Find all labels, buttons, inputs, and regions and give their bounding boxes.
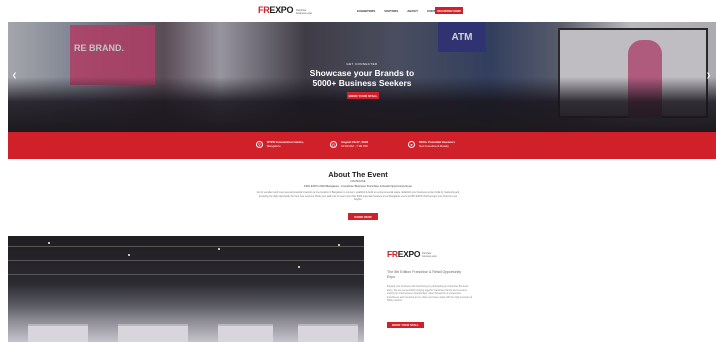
hero-title-line2: 5000+ Business Seekers: [312, 78, 412, 88]
feature-logo: FREXPO: [387, 249, 420, 259]
hero-tagline: GET CONNECTED: [346, 62, 378, 66]
date-info: ◴ August 26-27, 2023 10:00 AM - 7:00 PM: [330, 140, 391, 148]
nav-item-visitors[interactable]: VISITORS: [384, 9, 398, 13]
users-icon: ●: [408, 141, 415, 148]
date-sub: 10:00 AM - 7:00 PM: [341, 144, 368, 148]
logo-expo: EXPO: [269, 5, 294, 15]
about-paragraph: Go for excellent and meet several potent…: [256, 191, 460, 202]
exhibition-booth: [118, 324, 188, 342]
exhibition-booth: [218, 324, 273, 342]
nav-item-about[interactable]: ABOUT: [407, 9, 418, 13]
ceiling-light: [48, 242, 50, 244]
location-icon: ⚲: [256, 141, 263, 148]
main-nav: EXHIBITORS VISITORS ABOUT CONTACT US: [357, 9, 446, 13]
about-title: About The Event: [328, 170, 388, 179]
hero-book-stall-button[interactable]: BOOK YOUR STALL: [347, 92, 379, 99]
ceiling-light: [298, 266, 300, 268]
calendar-icon: ◴: [330, 141, 337, 148]
exhibition-hall-photo: [8, 236, 364, 342]
nav-item-exhibitors[interactable]: EXHIBITORS: [357, 9, 375, 13]
logo-subtitle: franchise business expo: [296, 9, 312, 15]
ceiling-light: [338, 244, 340, 246]
ceiling-light: [218, 248, 220, 250]
feature-logo-subtitle: franchise business expo: [422, 253, 437, 258]
venue-info: ⚲ KTPO Convention Centre, Bangalore: [256, 140, 317, 148]
about-book-now-button[interactable]: BOOK NOW: [348, 213, 378, 220]
hall-truss: [8, 260, 364, 261]
chevron-left-icon[interactable]: ❮: [12, 72, 17, 79]
audience-sub: Get Investment Ready: [419, 144, 449, 148]
exhibition-booth: [298, 324, 358, 342]
feature-heading: The 5th Edition Franchise & Retail Oppor…: [387, 270, 462, 279]
ceiling-light: [128, 254, 130, 256]
hero-banner: RE BRAND. ATM GET CONNECTED Showcase you…: [8, 22, 716, 132]
logo-fr: FR: [258, 5, 270, 15]
hero-title: Showcase your Brands to 5000+ Business S…: [8, 68, 716, 88]
feature-logo-fr: FR: [387, 249, 398, 259]
feature-paragraph: Expand your business with franchising by…: [387, 285, 473, 302]
event-info-bar: ⚲ KTPO Convention Centre, Bangalore ◴ Au…: [8, 132, 716, 159]
about-event-name: FRO EXPO 2023 Bangalore - Franchise Busi…: [304, 184, 412, 188]
venue-sub: Bangalore: [267, 144, 281, 148]
audience-info: ● 5000+ Potential Investors Get Investme…: [408, 140, 469, 148]
hall-truss: [8, 246, 364, 247]
chevron-right-icon[interactable]: ❯: [706, 72, 711, 79]
site-header: FREXPO franchise business expo EXHIBITOR…: [0, 0, 716, 22]
hall-truss: [8, 274, 364, 275]
exhibition-booth: [28, 324, 88, 342]
logo[interactable]: FREXPO: [258, 5, 294, 15]
hero-title-line1: Showcase your Brands to: [309, 68, 415, 78]
about-subtitle: FRANCHISE: [350, 180, 366, 183]
feature-logo-expo: EXPO: [397, 249, 421, 259]
feature-book-stall-button[interactable]: BOOK YOUR STALL: [387, 322, 424, 328]
register-button[interactable]: REGISTER NOW: [435, 7, 463, 14]
